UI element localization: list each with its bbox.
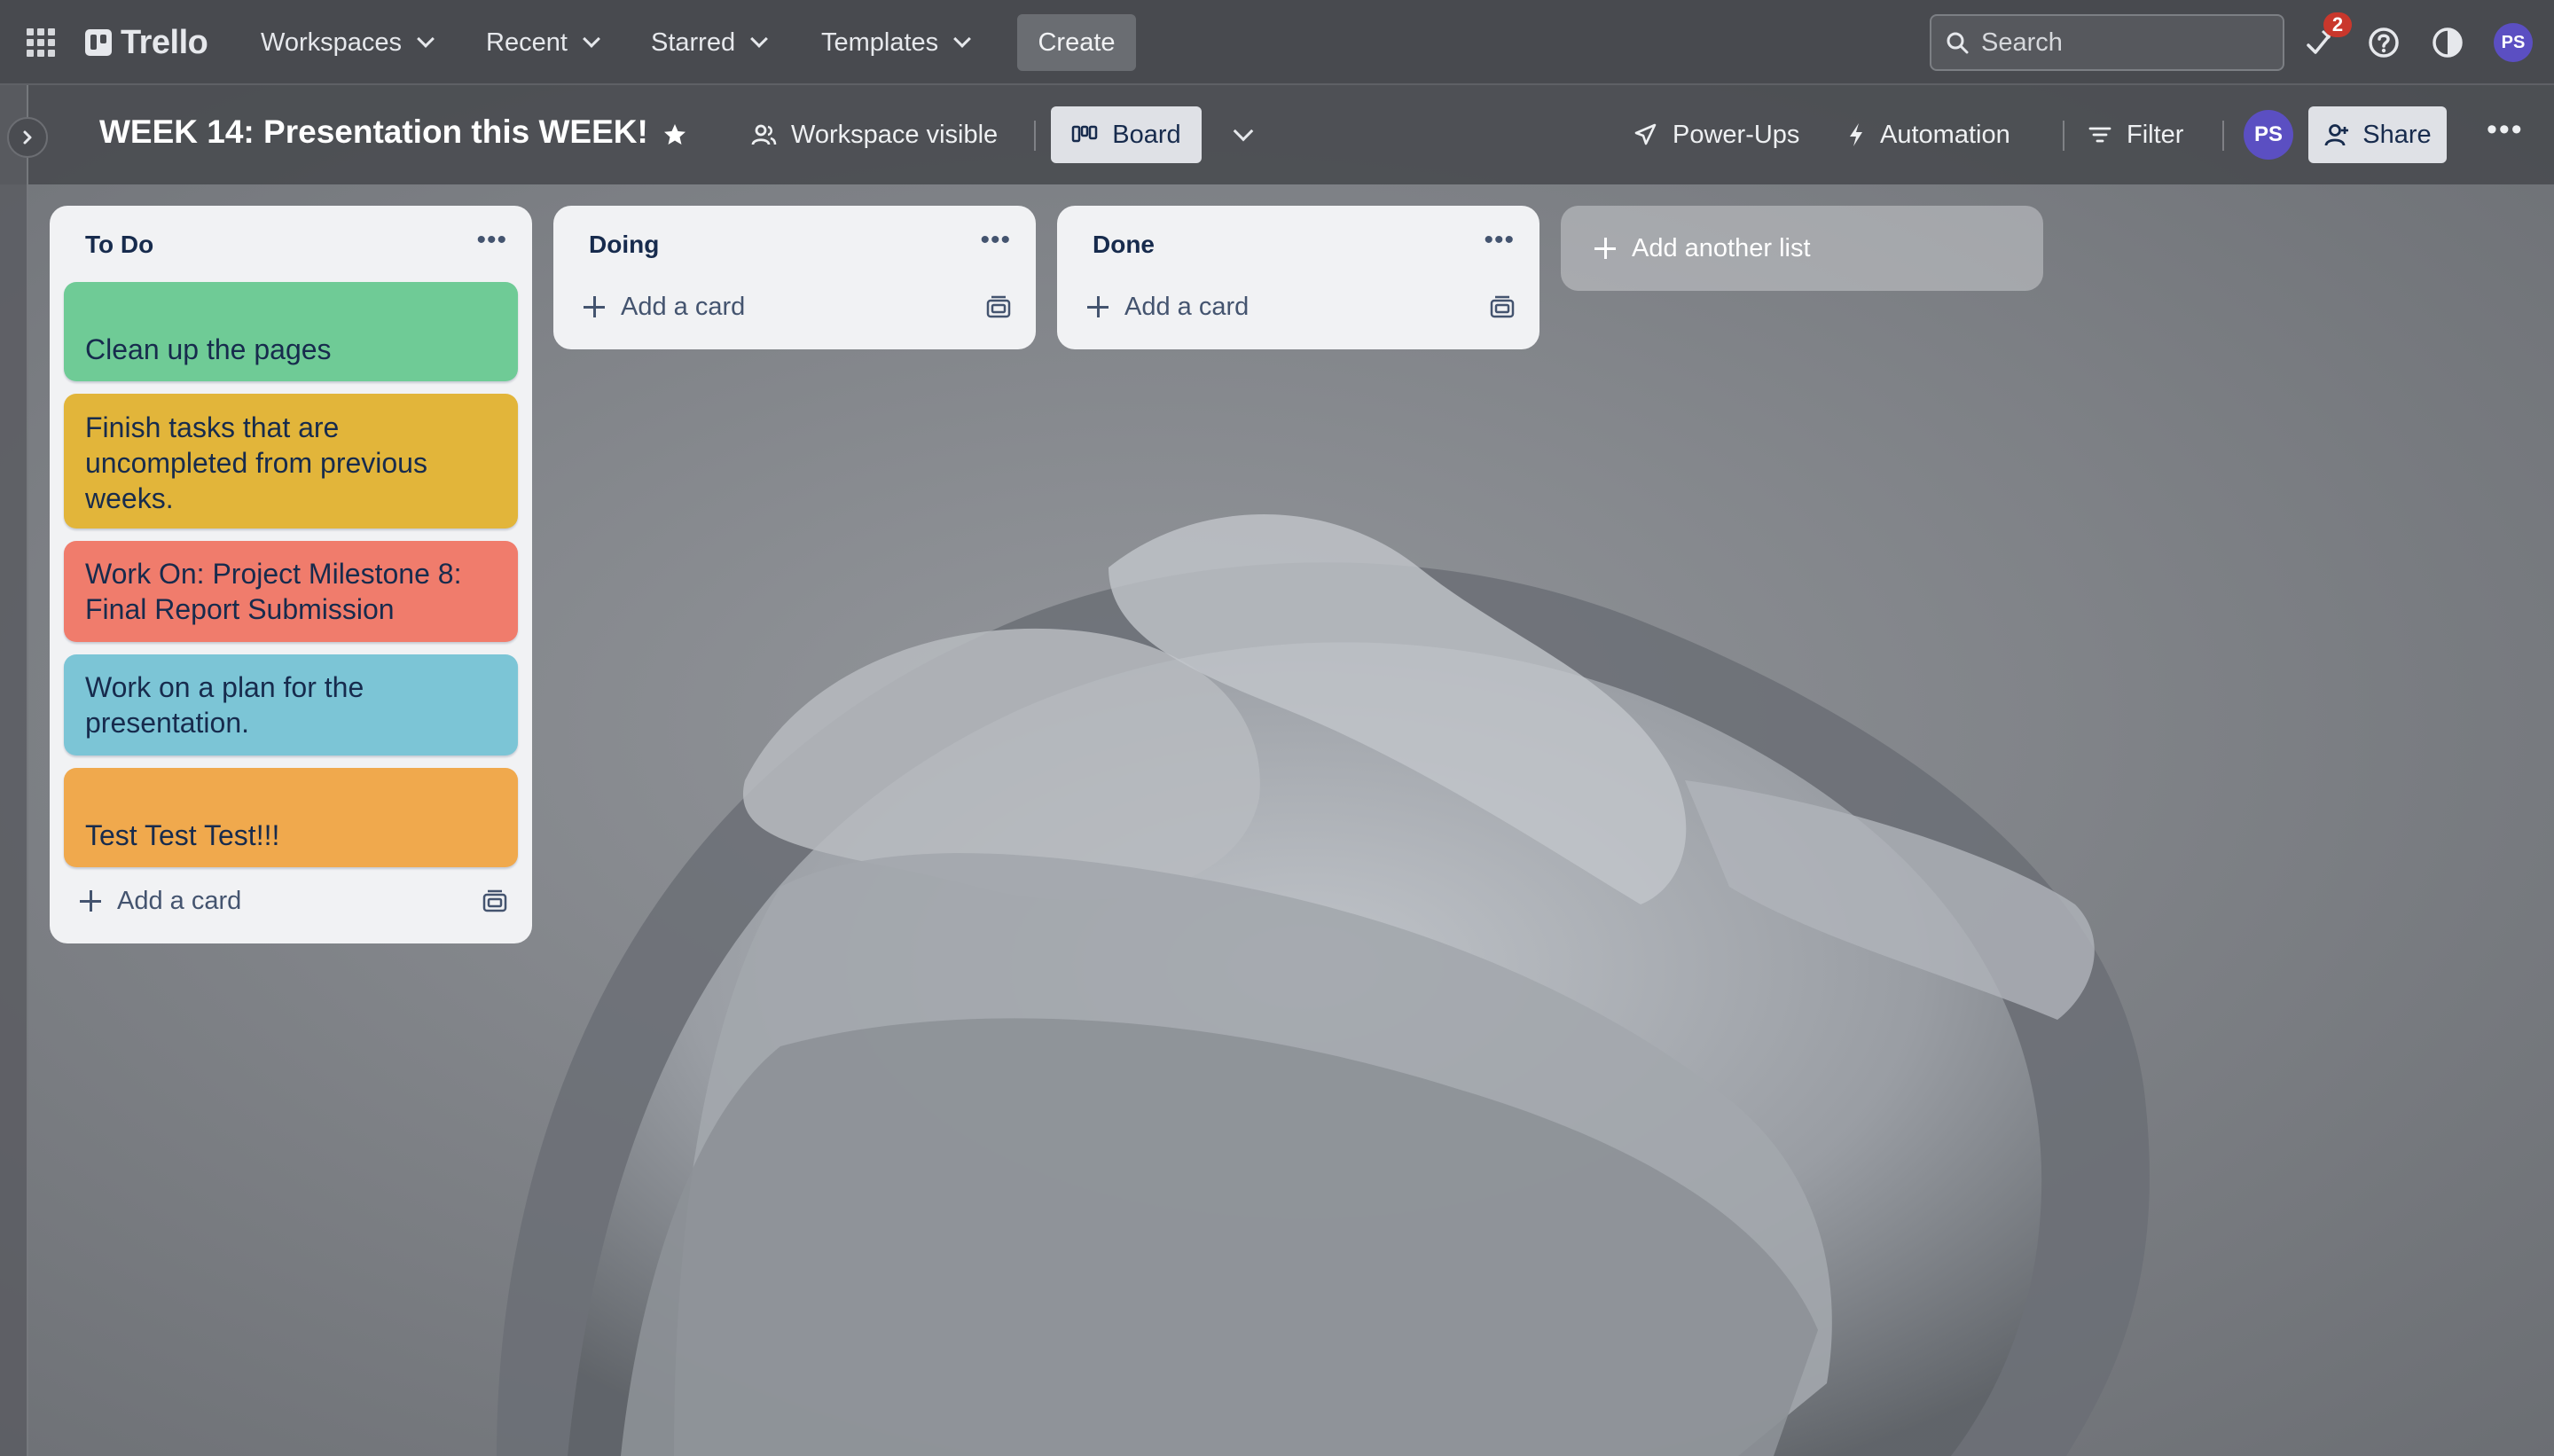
chevron-down-icon — [1233, 121, 1254, 142]
card-title: Clean up the pages — [85, 333, 332, 365]
list-header: Doing ••• — [568, 220, 1022, 270]
card-title: Finish tasks that are uncompleted from p… — [85, 411, 427, 514]
help-icon[interactable] — [2364, 23, 2403, 62]
starred-menu[interactable]: Starred — [651, 21, 769, 64]
filter-button[interactable]: Filter — [2075, 106, 2196, 163]
plus-icon — [1594, 238, 1616, 259]
list-doing: Doing ••• Add a card — [553, 206, 1036, 349]
card-template-icon[interactable] — [482, 889, 507, 912]
board-menu-button[interactable]: ••• — [2474, 106, 2536, 163]
add-person-icon — [2324, 124, 2349, 146]
top-navigation-bar: Trello Workspaces Recent Starred Templat… — [0, 0, 2554, 85]
templates-label: Templates — [821, 27, 939, 57]
people-icon — [751, 124, 777, 145]
list-menu-icon[interactable]: ••• — [476, 227, 507, 262]
search-input[interactable] — [1981, 27, 2265, 58]
automation-label: Automation — [1880, 120, 2010, 149]
workspaces-menu[interactable]: Workspaces — [261, 21, 435, 64]
view-switcher-button[interactable] — [1218, 106, 1263, 163]
starred-label: Starred — [651, 27, 736, 57]
board-view-icon — [1072, 125, 1098, 143]
list-title[interactable]: To Do — [85, 231, 153, 259]
add-list-label: Add another list — [1632, 233, 1811, 262]
list-done: Done ••• Add a card — [1057, 206, 1539, 349]
board-view-label: Board — [1112, 120, 1181, 149]
plus-icon — [80, 890, 101, 912]
plus-icon — [584, 296, 605, 317]
trello-logo-icon — [85, 29, 112, 56]
add-card-label: Add a card — [621, 292, 746, 321]
collapsed-sidebar — [0, 85, 28, 1456]
filter-icon — [2088, 127, 2111, 143]
divider — [2063, 121, 2064, 151]
share-label: Share — [2362, 120, 2432, 149]
user-avatar[interactable]: PS — [2494, 23, 2533, 62]
power-ups-button[interactable]: Power-Ups — [1619, 106, 1812, 163]
card-title: Test Test Test!!! — [85, 819, 280, 851]
search-icon — [1947, 32, 1969, 54]
add-card-row: Add a card — [64, 876, 518, 926]
list-title[interactable]: Done — [1093, 231, 1155, 259]
power-ups-label: Power-Ups — [1673, 120, 1800, 149]
expand-sidebar-button[interactable] — [7, 117, 48, 158]
rocket-icon — [1634, 123, 1657, 145]
visibility-button[interactable]: Workspace visible — [738, 106, 1010, 163]
card-template-icon[interactable] — [986, 295, 1011, 318]
app-switcher-icon[interactable] — [27, 28, 55, 57]
chevron-down-icon — [750, 30, 769, 48]
list-menu-icon[interactable]: ••• — [1484, 227, 1515, 262]
chevron-right-icon — [23, 130, 32, 145]
board-member-avatar[interactable]: PS — [2244, 110, 2293, 160]
card-title: Work on a plan for the presentation. — [85, 671, 364, 739]
add-card-row: Add a card — [1071, 282, 1525, 332]
add-card-button[interactable]: Add a card — [1087, 293, 1249, 322]
add-card-button[interactable]: Add a card — [80, 887, 241, 916]
divider — [1034, 121, 1036, 151]
chevron-down-icon — [417, 30, 435, 48]
add-another-list-button[interactable]: Add another list — [1561, 206, 2043, 291]
card[interactable]: Finish tasks that are uncompleted from p… — [64, 394, 518, 528]
list-to-do: To Do ••• Clean up the pages Finish task… — [50, 206, 532, 943]
add-card-button[interactable]: Add a card — [584, 293, 745, 322]
add-card-label: Add a card — [117, 886, 242, 915]
recent-label: Recent — [486, 27, 568, 57]
add-card-row: Add a card — [568, 282, 1022, 332]
templates-menu[interactable]: Templates — [821, 21, 972, 64]
notification-badge: 2 — [2323, 12, 2352, 37]
filter-label: Filter — [2127, 120, 2184, 149]
chevron-down-icon — [582, 30, 600, 48]
card-title: Work On: Project Milestone 8: Final Repo… — [85, 558, 462, 625]
add-card-label: Add a card — [1124, 292, 1250, 321]
trello-logo[interactable]: Trello — [85, 23, 208, 62]
theme-toggle-icon[interactable] — [2428, 23, 2467, 62]
card[interactable]: Test Test Test!!! — [64, 768, 518, 867]
card[interactable]: Work On: Project Milestone 8: Final Repo… — [64, 541, 518, 642]
card[interactable]: Clean up the pages — [64, 282, 518, 381]
automation-button[interactable]: Automation — [1834, 106, 2023, 163]
board-view-button[interactable]: Board — [1051, 106, 1202, 163]
visibility-label: Workspace visible — [791, 120, 999, 149]
list-header: To Do ••• — [64, 220, 518, 270]
search-box[interactable] — [1930, 14, 2284, 71]
lightning-icon — [1850, 123, 1862, 146]
plus-icon — [1087, 296, 1109, 317]
list-title[interactable]: Doing — [589, 231, 659, 259]
workspaces-label: Workspaces — [261, 27, 403, 57]
board-title[interactable]: WEEK 14: Presentation this WEEK! — [99, 114, 648, 151]
create-button[interactable]: Create — [1017, 14, 1136, 71]
share-button[interactable]: Share — [2308, 106, 2447, 163]
star-icon — [664, 124, 686, 145]
list-header: Done ••• — [1071, 220, 1525, 270]
list-menu-icon[interactable]: ••• — [980, 227, 1011, 262]
chevron-down-icon — [953, 30, 972, 48]
divider — [2222, 121, 2224, 151]
star-board-button[interactable] — [649, 106, 701, 163]
more-icon: ••• — [2487, 112, 2524, 146]
recent-menu[interactable]: Recent — [486, 21, 600, 64]
brand-name: Trello — [121, 23, 208, 61]
card-template-icon[interactable] — [1490, 295, 1515, 318]
card[interactable]: Work on a plan for the presentation. — [64, 654, 518, 755]
